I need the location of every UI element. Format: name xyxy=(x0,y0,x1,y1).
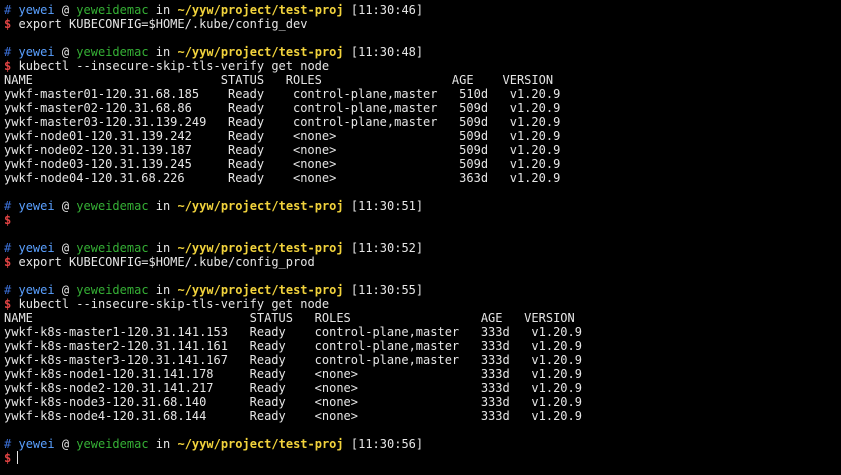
table-row: ywkf-k8s-node2-120.31.141.217 Ready <non… xyxy=(4,381,582,395)
prompt-host: yeweidemac xyxy=(76,45,149,59)
prompt-hash: # xyxy=(4,283,12,297)
prompt-at: @ xyxy=(61,241,70,255)
prompt-path: ~/yyw/project/test-proj xyxy=(177,45,344,59)
prompt-path: ~/yyw/project/test-proj xyxy=(177,283,344,297)
prompt-in: in xyxy=(155,199,171,213)
command-line: $ xyxy=(4,213,841,227)
prompt-dollar: $ xyxy=(4,255,12,269)
prompt-hash: # xyxy=(4,437,12,451)
prompt-line: # yewei @ yeweidemac in ~/yyw/project/te… xyxy=(4,3,841,17)
table-row: ywkf-k8s-node1-120.31.141.178 Ready <non… xyxy=(4,367,582,381)
text-cursor[interactable] xyxy=(17,451,19,464)
prompt-dollar: $ xyxy=(4,213,12,227)
prompt-user: yewei xyxy=(18,199,55,213)
table-row: ywkf-node04-120.31.68.226 Ready <none> 3… xyxy=(4,171,561,185)
prompt-hash: # xyxy=(4,3,12,17)
command-line: $ kubectl --insecure-skip-tls-verify get… xyxy=(4,297,841,311)
prompt-hash: # xyxy=(4,45,12,59)
prompt-host: yeweidemac xyxy=(76,3,149,17)
prompt-timestamp: [11:30:48] xyxy=(350,45,424,59)
prompt-in: in xyxy=(155,437,171,451)
prompt-at: @ xyxy=(61,283,70,297)
prompt-in: in xyxy=(155,283,171,297)
prompt-dollar: $ xyxy=(4,297,12,311)
prompt-host: yeweidemac xyxy=(76,437,149,451)
command-line: $ export KUBECONFIG=$HOME/.kube/config_d… xyxy=(4,17,841,31)
prompt-at: @ xyxy=(61,437,70,451)
table-row: ywkf-k8s-master1-120.31.141.153 Ready co… xyxy=(4,325,582,339)
table-row: ywkf-master02-120.31.68.86 Ready control… xyxy=(4,101,561,115)
prompt-line: # yewei @ yeweidemac in ~/yyw/project/te… xyxy=(4,45,841,59)
prompt-line: # yewei @ yeweidemac in ~/yyw/project/te… xyxy=(4,283,841,297)
command-text: kubectl --insecure-skip-tls-verify get n… xyxy=(18,59,330,73)
prompt-user: yewei xyxy=(18,241,55,255)
terminal-window[interactable]: # yewei @ yeweidemac in ~/yyw/project/te… xyxy=(0,0,841,475)
prompt-host: yeweidemac xyxy=(76,241,149,255)
prompt-timestamp: [11:30:55] xyxy=(350,283,424,297)
prompt-user: yewei xyxy=(18,45,55,59)
command-line[interactable]: $ xyxy=(4,451,841,465)
table-row: ywkf-k8s-master3-120.31.141.167 Ready co… xyxy=(4,353,582,367)
table-row: ywkf-node01-120.31.139.242 Ready <none> … xyxy=(4,129,561,143)
prompt-host: yeweidemac xyxy=(76,199,149,213)
prompt-timestamp: [11:30:46] xyxy=(350,3,424,17)
prompt-user: yewei xyxy=(18,437,55,451)
prompt-line: # yewei @ yeweidemac in ~/yyw/project/te… xyxy=(4,437,841,451)
prompt-user: yewei xyxy=(18,3,55,17)
prompt-path: ~/yyw/project/test-proj xyxy=(177,199,344,213)
prompt-dollar: $ xyxy=(4,17,12,31)
prompt-path: ~/yyw/project/test-proj xyxy=(177,437,344,451)
prompt-line: # yewei @ yeweidemac in ~/yyw/project/te… xyxy=(4,199,841,213)
table-row: ywkf-node02-120.31.139.187 Ready <none> … xyxy=(4,143,561,157)
command-text: kubectl --insecure-skip-tls-verify get n… xyxy=(18,297,330,311)
table-row: ywkf-k8s-node4-120.31.68.144 Ready <none… xyxy=(4,409,582,423)
prompt-dollar: $ xyxy=(4,451,12,465)
prompt-timestamp: [11:30:51] xyxy=(350,199,424,213)
prompt-in: in xyxy=(155,241,171,255)
command-line: $ export KUBECONFIG=$HOME/.kube/config_p… xyxy=(4,255,841,269)
table-row: ywkf-master03-120.31.139.249 Ready contr… xyxy=(4,115,561,129)
command-text: export KUBECONFIG=$HOME/.kube/config_pro… xyxy=(18,255,315,269)
table-row: ywkf-k8s-node3-120.31.68.140 Ready <none… xyxy=(4,395,582,409)
table-row: ywkf-node03-120.31.139.245 Ready <none> … xyxy=(4,157,561,171)
prompt-user: yewei xyxy=(18,283,55,297)
command-line: $ kubectl --insecure-skip-tls-verify get… xyxy=(4,59,841,73)
prompt-path: ~/yyw/project/test-proj xyxy=(177,3,344,17)
table-header-row: NAME STATUS ROLES AGE VERSION xyxy=(4,311,575,325)
table-row: ywkf-master01-120.31.68.185 Ready contro… xyxy=(4,87,561,101)
prompt-timestamp: [11:30:56] xyxy=(350,437,424,451)
prompt-line: # yewei @ yeweidemac in ~/yyw/project/te… xyxy=(4,241,841,255)
prompt-host: yeweidemac xyxy=(76,283,149,297)
table-row: ywkf-k8s-master2-120.31.141.161 Ready co… xyxy=(4,339,582,353)
table-header-row: NAME STATUS ROLES AGE VERSION xyxy=(4,73,554,87)
prompt-at: @ xyxy=(61,3,70,17)
prompt-hash: # xyxy=(4,199,12,213)
prompt-dollar: $ xyxy=(4,59,12,73)
prompt-at: @ xyxy=(61,199,70,213)
prompt-timestamp: [11:30:52] xyxy=(350,241,424,255)
prompt-in: in xyxy=(155,3,171,17)
prompt-at: @ xyxy=(61,45,70,59)
prompt-path: ~/yyw/project/test-proj xyxy=(177,241,344,255)
prompt-in: in xyxy=(155,45,171,59)
prompt-hash: # xyxy=(4,241,12,255)
command-text: export KUBECONFIG=$HOME/.kube/config_dev xyxy=(18,17,308,31)
